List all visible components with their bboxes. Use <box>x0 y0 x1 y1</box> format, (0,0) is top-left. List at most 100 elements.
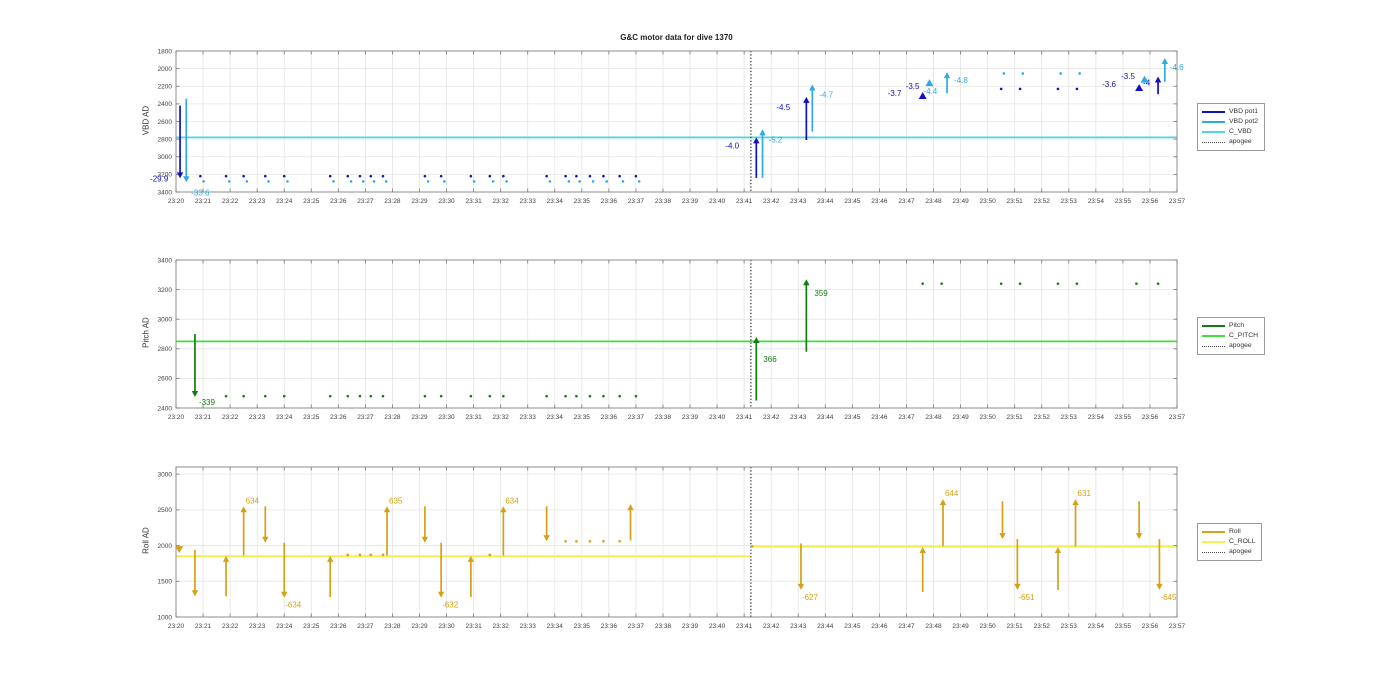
x-axis-tick-label: 23:28 <box>384 414 401 421</box>
x-axis-tick-label: 23:30 <box>438 414 455 421</box>
annotation-label: -339 <box>199 398 216 407</box>
annotation-label: -3.5 <box>906 82 920 91</box>
y-axis-tick-label: 2000 <box>158 543 173 550</box>
x-axis-tick-label: 23:43 <box>790 414 807 421</box>
x-axis-tick-label: 23:32 <box>493 414 510 421</box>
data-point <box>329 175 332 178</box>
x-axis-tick-label: 23:28 <box>384 198 401 205</box>
x-axis-tick-label: 23:49 <box>952 198 969 205</box>
x-axis-tick-label: 23:55 <box>1115 198 1132 205</box>
x-axis-tick-label: 23:40 <box>709 623 726 630</box>
annotation-label: 634 <box>505 496 519 505</box>
data-point <box>359 175 362 178</box>
x-axis-tick-label: 23:33 <box>520 623 537 630</box>
x-axis-tick-label: 23:47 <box>898 414 915 421</box>
x-axis-tick-label: 23:36 <box>601 414 618 421</box>
x-axis-tick-label: 23:26 <box>330 414 347 421</box>
x-axis-tick-label: 23:54 <box>1088 414 1105 421</box>
data-point <box>635 175 638 178</box>
x-axis-tick-label: 23:34 <box>547 414 564 421</box>
data-point <box>1057 88 1060 91</box>
data-point <box>443 180 446 183</box>
annotation-label: -634 <box>285 601 302 610</box>
data-point <box>564 395 567 398</box>
x-axis-tick-label: 23:29 <box>411 623 428 630</box>
data-point <box>440 395 443 398</box>
x-axis-tick-label: 23:54 <box>1088 623 1105 630</box>
x-axis-tick-label: 23:40 <box>709 198 726 205</box>
annotation-label: -3.7 <box>888 89 902 98</box>
x-axis-tick-label: 23:44 <box>817 623 834 630</box>
x-axis-tick-label: 23:25 <box>303 198 320 205</box>
x-axis-tick-label: 23:56 <box>1142 623 1159 630</box>
x-axis-tick-label: 23:28 <box>384 623 401 630</box>
data-point <box>424 395 427 398</box>
x-axis-tick-label: 23:38 <box>655 414 672 421</box>
x-axis-tick-label: 23:45 <box>844 414 861 421</box>
data-point <box>602 540 605 543</box>
data-point <box>1135 282 1138 285</box>
x-axis-tick-label: 23:37 <box>628 623 645 630</box>
legend-label: apogee <box>1229 547 1252 557</box>
data-point <box>382 395 385 398</box>
data-point <box>568 180 571 183</box>
x-axis-tick-label: 23:35 <box>574 414 591 421</box>
line-sample-icon <box>1202 335 1225 337</box>
annotation-label: 366 <box>763 355 777 364</box>
legend-label: apogee <box>1229 137 1252 147</box>
line-sample-icon <box>1202 131 1225 133</box>
x-axis-tick-label: 23:50 <box>979 414 996 421</box>
data-point <box>382 175 385 178</box>
x-axis-tick-label: 23:29 <box>411 198 428 205</box>
plots-canvas: 23:2023:2123:2223:2323:2423:2523:2623:27… <box>0 0 1400 693</box>
data-point <box>1000 88 1003 91</box>
data-point <box>346 395 349 398</box>
annotation-label: -29.9 <box>150 174 169 183</box>
data-point <box>424 175 427 178</box>
x-axis-tick-label: 23:42 <box>763 414 780 421</box>
x-axis-tick-label: 23:36 <box>601 198 618 205</box>
data-point <box>618 395 621 398</box>
x-axis-tick-label: 23:36 <box>601 623 618 630</box>
data-point <box>225 395 228 398</box>
y-axis-tick-label: 3400 <box>158 257 173 264</box>
y-axis-tick-label: 2600 <box>158 376 173 383</box>
data-point <box>638 180 641 183</box>
x-axis-tick-label: 23:34 <box>547 198 564 205</box>
data-point <box>346 175 349 178</box>
x-axis-tick-label: 23:49 <box>952 414 969 421</box>
data-point <box>575 395 578 398</box>
annotation-label: -4.5 <box>776 103 790 112</box>
legend-label: C_PITCH <box>1229 331 1258 341</box>
y-axis-tick-label: 3200 <box>158 287 173 294</box>
x-axis-tick-label: 23:52 <box>1034 198 1051 205</box>
x-axis-tick-label: 23:53 <box>1061 414 1078 421</box>
data-point <box>1019 88 1022 91</box>
x-axis-tick-label: 23:27 <box>357 623 374 630</box>
data-point <box>1019 282 1022 285</box>
x-axis-tick-label: 23:53 <box>1061 198 1078 205</box>
y-axis-tick-label: 2800 <box>158 136 173 143</box>
data-point <box>635 395 638 398</box>
annotation-label: -4.0 <box>725 141 739 150</box>
annotation-label: -33.6 <box>191 188 210 197</box>
x-axis-tick-label: 23:24 <box>276 198 293 205</box>
data-point <box>329 395 332 398</box>
x-axis-tick-label: 23:56 <box>1142 198 1159 205</box>
x-axis-tick-label: 23:20 <box>168 623 185 630</box>
roll-legend: RollC_ROLLapogee <box>1197 523 1262 561</box>
annotation-label: 359 <box>814 289 828 298</box>
data-point <box>751 545 754 548</box>
x-axis-tick-label: 23:38 <box>655 623 672 630</box>
data-point <box>225 175 228 178</box>
data-point <box>622 180 625 183</box>
data-point <box>489 175 492 178</box>
x-axis-tick-label: 23:31 <box>465 623 482 630</box>
annotation-label: -645 <box>1160 593 1177 602</box>
data-point <box>470 395 473 398</box>
line-sample-icon <box>1202 111 1225 113</box>
x-axis-tick-label: 23:52 <box>1034 414 1051 421</box>
data-point <box>489 395 492 398</box>
x-axis-tick-label: 23:50 <box>979 198 996 205</box>
x-axis-tick-label: 23:26 <box>330 198 347 205</box>
